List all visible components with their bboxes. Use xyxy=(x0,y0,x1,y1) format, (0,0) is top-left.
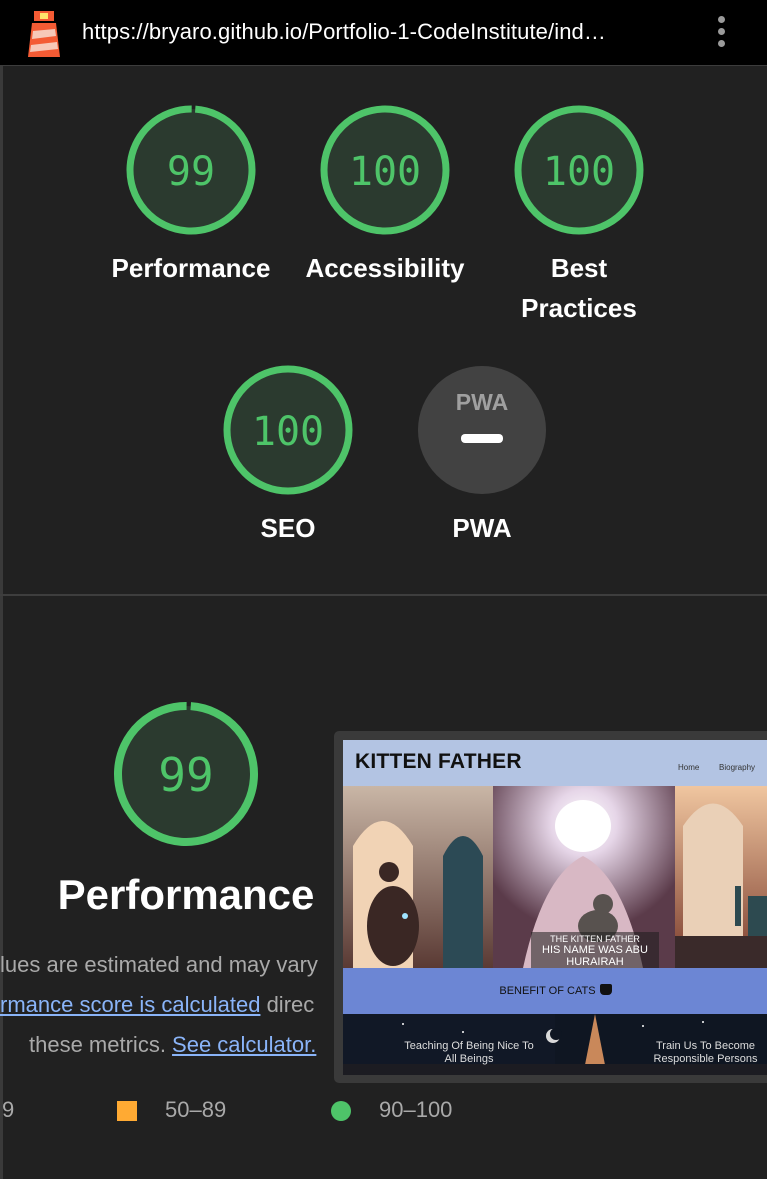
score-value: 99 xyxy=(167,149,215,195)
pwa-badge-icon: PWA xyxy=(418,366,546,494)
site-navbar: KITTEN FATHER Home Biography xyxy=(343,740,767,786)
legend-pass: 90–100 xyxy=(331,1097,471,1123)
benefit-band: BENEFIT OF CATS xyxy=(343,968,767,1014)
benefit-band-label: BENEFIT OF CATS xyxy=(499,985,596,997)
score-label: PWA xyxy=(452,513,512,543)
card-right-text: Train Us To Become Responsible Persons xyxy=(653,1040,758,1065)
score-label: Accessibility xyxy=(305,253,465,283)
gauge-ring: 100 xyxy=(514,105,644,235)
lighthouse-icon xyxy=(28,11,60,57)
hero-caption: THE KITTEN FATHER HIS NAME WAS ABU HURAI… xyxy=(531,932,659,972)
score-calculated-link[interactable]: rmance score is calculated xyxy=(0,992,260,1017)
performance-description: lues are estimated and may vary rmance s… xyxy=(0,945,345,1065)
svg-text:PWA: PWA xyxy=(456,389,508,415)
hero-caption-title: HIS NAME WAS ABU HURAIRAH xyxy=(542,944,648,968)
hero-caption-subtitle: THE KITTEN FATHER xyxy=(550,934,640,944)
performance-section-gauge: 99 Performance xyxy=(50,700,322,919)
legend-average-range: 50–89 xyxy=(165,1097,227,1122)
performance-title: Performance xyxy=(57,871,315,918)
pass-circle-icon xyxy=(331,1101,351,1121)
description-text: direc xyxy=(260,992,315,1017)
page-screenshot-image: KITTEN FATHER Home Biography THE KITTEN … xyxy=(343,740,767,1075)
description-text: these metrics. xyxy=(29,1032,173,1057)
gauge-ring-large: 99 xyxy=(114,702,258,846)
kebab-menu-icon[interactable] xyxy=(715,16,727,50)
gauge-ring: 100 xyxy=(223,365,353,495)
gauge-ring: 100 xyxy=(320,105,450,235)
cat-icon xyxy=(599,984,612,995)
score-gauge-seo[interactable]: 100 SEO xyxy=(188,364,388,548)
average-square-icon xyxy=(117,1101,137,1121)
description-line-1: lues are estimated and may vary xyxy=(0,952,318,977)
performance-score-value: 99 xyxy=(158,748,213,802)
browser-topbar: https://bryaro.github.io/Portfolio-1-Cod… xyxy=(0,0,767,66)
card-left-text: Teaching Of Being Nice To All Beings xyxy=(404,1040,534,1065)
score-label: Performance xyxy=(111,253,271,283)
score-value: 100 xyxy=(252,409,324,455)
score-gauge-accessibility[interactable]: 100 Accessibility xyxy=(285,104,485,288)
final-screenshot-panel[interactable]: KITTEN FATHER Home Biography THE KITTEN … xyxy=(334,731,767,1083)
score-gauge-performance[interactable]: 99 Performance xyxy=(91,104,291,288)
legend-fail-range: 9 xyxy=(2,1097,15,1122)
nav-home: Home xyxy=(678,763,700,772)
gauge-ring: 99 xyxy=(126,105,256,235)
score-label: SEO xyxy=(260,513,316,543)
score-value: 100 xyxy=(349,149,421,195)
address-bar-url[interactable]: https://bryaro.github.io/Portfolio-1-Cod… xyxy=(82,19,606,45)
legend-average: 50–89 xyxy=(117,1097,247,1123)
score-label: Best Practices xyxy=(521,253,637,323)
legend-pass-range: 90–100 xyxy=(379,1097,453,1122)
site-brand: KITTEN FATHER xyxy=(355,750,522,773)
nav-biography: Biography xyxy=(719,763,756,772)
score-gauge-best-practices[interactable]: 100 Best Practices xyxy=(479,104,679,328)
section-divider xyxy=(0,594,767,596)
see-calculator-link[interactable]: See calculator. xyxy=(172,1032,316,1057)
score-gauge-pwa[interactable]: PWA PWA xyxy=(382,364,582,548)
score-value: 100 xyxy=(543,149,615,195)
